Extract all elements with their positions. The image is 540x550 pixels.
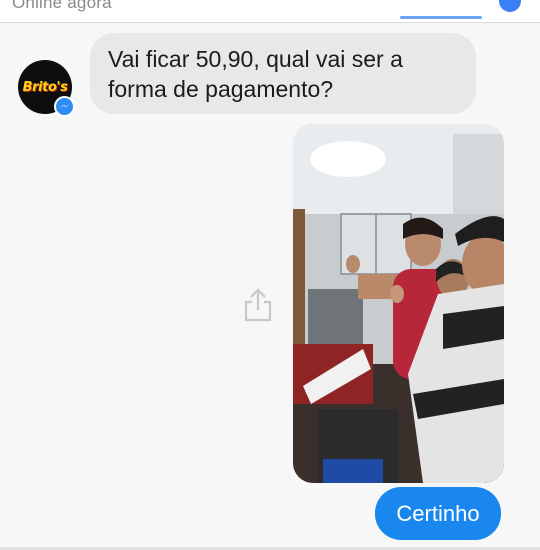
incoming-message[interactable]: Vai ficar 50,90, qual vai ser a forma de…: [90, 33, 476, 114]
online-status: Online agora: [12, 0, 112, 12]
brand-logo-text: Brito's: [22, 79, 68, 95]
outgoing-message[interactable]: Certinho: [375, 487, 501, 540]
header-info-icon[interactable]: [499, 0, 521, 12]
chat-header: Online agora: [0, 0, 540, 23]
share-icon[interactable]: [240, 284, 276, 324]
header-action-indicator[interactable]: [400, 16, 482, 19]
photo-message[interactable]: [293, 124, 504, 483]
messenger-icon: [54, 96, 75, 117]
photo-image: [293, 124, 504, 483]
